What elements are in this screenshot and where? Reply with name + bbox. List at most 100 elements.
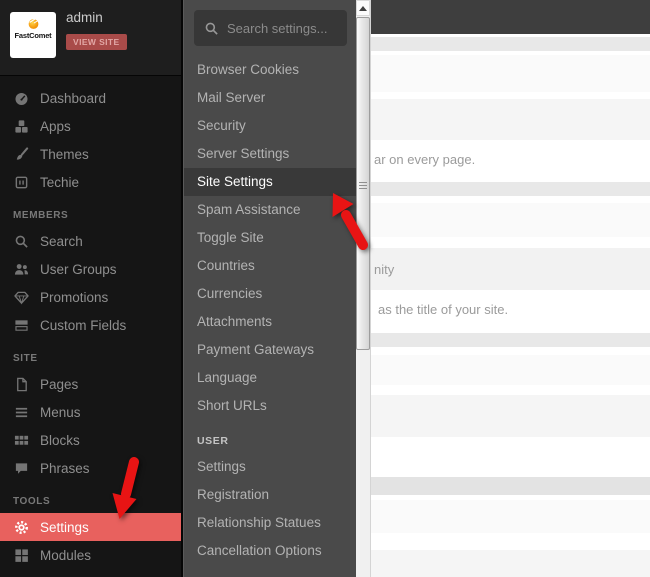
themes-icon: [13, 146, 29, 162]
sidebar: FastComet admin VIEW SITE Dashboard Apps: [0, 0, 183, 577]
settings-menu-item-countries[interactable]: Countries: [184, 252, 356, 280]
settings-flyout-menu: Browser Cookies Mail Server Security Ser…: [183, 0, 356, 577]
sidebar-section-tools: TOOLS: [13, 496, 51, 507]
content-area: ar on every page. nity as the title of y…: [371, 0, 650, 577]
content-row: [371, 182, 650, 196]
sidebar-item-label: Apps: [40, 118, 71, 134]
settings-menu-user-list: Settings Registration Relationship Statu…: [184, 453, 356, 565]
sidebar-item-label: Techie: [40, 174, 80, 190]
content-row: [371, 203, 650, 237]
search-icon: [204, 20, 219, 36]
modules-icon: [13, 547, 29, 563]
comet-icon: [21, 12, 45, 30]
settings-menu-item-currencies[interactable]: Currencies: [184, 280, 356, 308]
sidebar-item-label: Promotions: [40, 289, 109, 305]
content-row: [371, 37, 650, 51]
up-arrow-icon: [359, 5, 367, 11]
sidebar-item-label: Pages: [40, 376, 79, 392]
sidebar-item-label: Phrases: [40, 460, 90, 476]
sidebar-item-pages[interactable]: Pages: [0, 370, 181, 398]
settings-menu-item-server-settings[interactable]: Server Settings: [184, 140, 356, 168]
pages-icon: [13, 376, 29, 392]
sidebar-item-techie[interactable]: Techie: [0, 168, 181, 196]
content-row: [371, 500, 650, 533]
apps-icon: [13, 118, 29, 134]
sidebar-item-label: Modules: [40, 547, 92, 563]
content-row: [371, 550, 650, 577]
custom-fields-icon: [13, 317, 29, 333]
user-groups-icon: [13, 261, 29, 277]
settings-menu-section-user: USER: [197, 435, 229, 447]
settings-menu-item-site-settings[interactable]: Site Settings: [184, 168, 356, 196]
settings-menu-item-security[interactable]: Security: [184, 112, 356, 140]
content-row: [371, 55, 650, 92]
sidebar-item-menus[interactable]: Menus: [0, 398, 181, 426]
sidebar-item-label: Dashboard: [40, 90, 107, 106]
content-row: [371, 99, 650, 140]
settings-menu-item-short-urls[interactable]: Short URLs: [184, 392, 356, 420]
settings-menu-item-toggle-site[interactable]: Toggle Site: [184, 224, 356, 252]
phrases-icon: [13, 460, 29, 476]
settings-menu-item-user-settings[interactable]: Settings: [184, 453, 356, 481]
blocks-icon: [13, 432, 29, 448]
search-icon: [13, 233, 29, 249]
content-header-bar: [371, 0, 650, 34]
admin-panel-screen: FastComet admin VIEW SITE Dashboard Apps: [0, 0, 650, 577]
content-row: [371, 333, 650, 347]
menus-icon: [13, 404, 29, 420]
logo-text: FastComet: [14, 31, 52, 40]
sidebar-item-phrases[interactable]: Phrases: [0, 454, 181, 482]
sidebar-item-label: Search: [40, 233, 83, 249]
settings-menu-item-registration[interactable]: Registration: [184, 481, 356, 509]
sidebar-item-promotions[interactable]: Promotions: [0, 283, 181, 311]
sidebar-item-blocks[interactable]: Blocks: [0, 426, 181, 454]
dashboard-icon: [13, 90, 29, 106]
settings-menu-item-relationship-statues[interactable]: Relationship Statues: [184, 509, 356, 537]
settings-menu-item-payment-gateways[interactable]: Payment Gateways: [184, 336, 356, 364]
content-text-fragment: nity: [374, 262, 395, 277]
scrollbar-grip-icon: [357, 180, 369, 189]
content-text-fragment: as the title of your site.: [378, 302, 509, 317]
settings-gear-icon: [13, 519, 29, 535]
scrollbar-up-button[interactable]: [356, 0, 370, 16]
settings-menu-item-cancellation-options[interactable]: Cancellation Options: [184, 537, 356, 565]
sidebar-item-modules[interactable]: Modules: [0, 541, 181, 569]
sidebar-item-label: Menus: [40, 404, 81, 420]
settings-menu-item-browser-cookies[interactable]: Browser Cookies: [184, 56, 356, 84]
promotions-icon: [13, 289, 29, 305]
settings-menu-list: Browser Cookies Mail Server Security Ser…: [184, 56, 356, 420]
sidebar-item-settings[interactable]: Settings: [0, 513, 181, 541]
settings-menu-item-mail-server[interactable]: Mail Server: [184, 84, 356, 112]
content-row: [371, 395, 650, 437]
sidebar-item-search[interactable]: Search: [0, 227, 181, 255]
content-row: [371, 477, 650, 495]
sidebar-item-custom-fields[interactable]: Custom Fields: [0, 311, 181, 339]
sidebar-item-user-groups[interactable]: User Groups: [0, 255, 181, 283]
scrollbar-thumb[interactable]: [356, 17, 370, 350]
flyout-scrollbar[interactable]: [356, 0, 371, 577]
sidebar-item-label: Settings: [40, 519, 89, 535]
sidebar-section-members: MEMBERS: [13, 210, 69, 221]
sidebar-item-label: Themes: [40, 146, 89, 162]
fastcomet-logo[interactable]: FastComet: [10, 12, 56, 58]
sidebar-item-label: Custom Fields: [40, 317, 127, 333]
sidebar-item-label: Blocks: [40, 432, 80, 448]
sidebar-item-label: User Groups: [40, 261, 117, 277]
settings-menu-item-language[interactable]: Language: [184, 364, 356, 392]
settings-menu-item-attachments[interactable]: Attachments: [184, 308, 356, 336]
settings-search-box[interactable]: [194, 10, 347, 46]
view-site-button[interactable]: VIEW SITE: [66, 34, 127, 50]
sidebar-header: FastComet admin VIEW SITE: [0, 0, 181, 76]
techie-icon: [13, 174, 29, 190]
sidebar-item-themes[interactable]: Themes: [0, 140, 181, 168]
username-label: admin: [66, 10, 103, 25]
settings-menu-item-spam-assistance[interactable]: Spam Assistance: [184, 196, 356, 224]
sidebar-item-dashboard[interactable]: Dashboard: [0, 84, 181, 112]
content-row: [371, 355, 650, 385]
content-row: [371, 248, 650, 290]
content-text-fragment: ar on every page.: [374, 152, 476, 167]
sidebar-nav: Dashboard Apps Themes Techie MEMBERS Sea…: [0, 76, 181, 569]
sidebar-item-apps[interactable]: Apps: [0, 112, 181, 140]
settings-search-input[interactable]: [227, 20, 337, 36]
sidebar-section-site: SITE: [13, 353, 38, 364]
